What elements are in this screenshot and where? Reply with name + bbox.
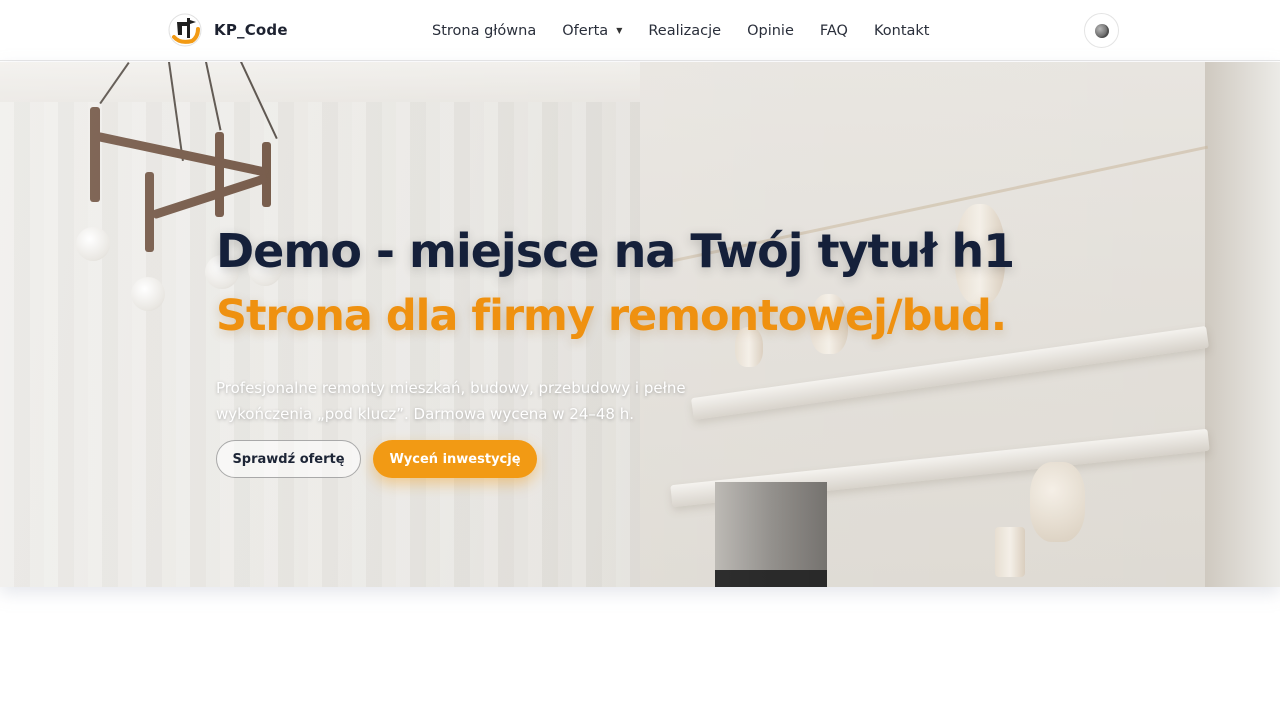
brand-logo[interactable]: KP_Code: [168, 12, 288, 48]
site-header: KP_Code Strona główna Oferta ▼ Realizacje…: [0, 0, 1280, 61]
nav-item-offer[interactable]: Oferta ▼: [562, 23, 622, 39]
theme-toggle-button[interactable]: [1084, 13, 1119, 48]
brand-name: KP_Code: [214, 21, 288, 39]
nav-label: Kontakt: [873, 22, 930, 39]
request-quote-button[interactable]: Wyceń inwestycję: [373, 440, 537, 478]
nav-item-faq[interactable]: FAQ: [820, 23, 848, 39]
main-nav: Strona główna Oferta ▼ Realizacje Opinie …: [432, 0, 929, 61]
nav-label: Realizacje: [648, 22, 722, 39]
nav-label: Opinie: [747, 22, 794, 39]
moon-icon: [1094, 23, 1109, 38]
caret-down-icon: ▼: [616, 26, 623, 35]
nav-label: FAQ: [819, 22, 848, 39]
hero-title: Demo - miejsce na Twój tytuł h1: [216, 224, 1015, 278]
nav-label: Oferta: [562, 22, 609, 39]
hero-section: Demo - miejsce na Twój tytuł h1 Strona d…: [0, 62, 1280, 587]
check-offer-button[interactable]: Sprawdź ofertę: [216, 440, 361, 478]
logo-icon: [168, 13, 202, 47]
nav-item-contact[interactable]: Kontakt: [874, 23, 930, 39]
nav-item-home[interactable]: Strona główna: [432, 23, 536, 39]
nav-item-realizations[interactable]: Realizacje: [648, 23, 721, 39]
hero-description: Profesjonalne remonty mieszkań, budowy, …: [216, 379, 686, 423]
nav-item-reviews[interactable]: Opinie: [747, 23, 794, 39]
nav-label: Strona główna: [432, 22, 537, 39]
hero-subtitle: Strona dla firmy remontowej/bud.: [216, 291, 1007, 341]
